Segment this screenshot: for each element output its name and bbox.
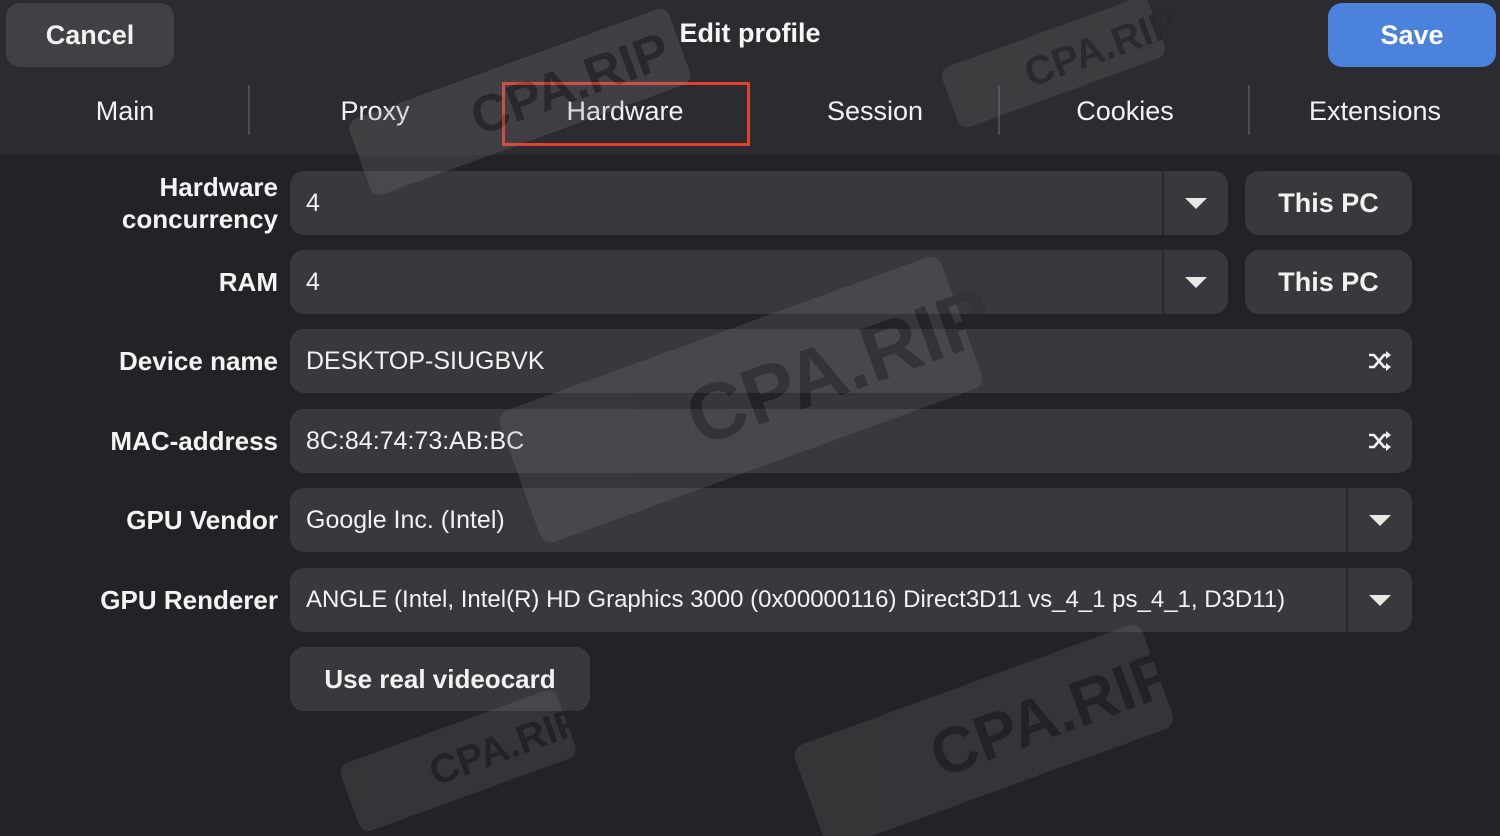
tab-proxy[interactable]: Proxy [250,80,500,142]
field-value: DESKTOP-SIUGBVK [306,346,545,375]
gpu-vendor-select[interactable]: Google Inc. (Intel) [290,488,1412,552]
ram-label: RAM [218,267,278,297]
watermark-logo: CPA.RIP [794,625,1185,836]
ram-this-pc-button[interactable]: This PC [1245,250,1412,314]
tab-hardware[interactable]: Hardware [500,80,750,146]
shuffle-icon[interactable] [1348,430,1412,452]
ram-select[interactable]: 4 [290,250,1228,314]
use-real-videocard-button[interactable]: Use real videocard [290,647,590,711]
select-value: 4 [306,267,320,296]
chevron-down-icon [1185,276,1207,288]
tab-bar: Main Proxy Hardware Session Cookies Exte… [0,80,1500,146]
watermark-text: CPA.RIP [423,699,588,795]
dropdown-toggle[interactable] [1346,568,1412,632]
field-value: 8C:84:74:73:AB:BC [306,426,525,455]
tab-label: Extensions [1308,95,1442,126]
tab-label: Proxy [340,95,410,126]
label-line: concurrency [121,204,278,234]
tab-label: Hardware [566,95,684,126]
top-bar: Cancel Edit profile Save Main Proxy Hard… [0,0,1500,155]
hardware-concurrency-select[interactable]: 4 [290,171,1228,235]
watermark-text: CPA.RIP [921,636,1185,791]
shuffle-icon[interactable] [1348,350,1412,372]
mac-address-label: MAC-address [110,426,278,456]
tab-label: Session [826,95,924,126]
mac-address-field[interactable]: 8C:84:74:73:AB:BC [290,409,1412,473]
tab-cookies[interactable]: Cookies [1000,80,1250,142]
page-title: Edit profile [679,18,821,48]
dropdown-toggle[interactable] [1346,488,1412,552]
gpu-vendor-label: GPU Vendor [126,505,278,535]
select-value: 4 [306,188,320,217]
dropdown-toggle[interactable] [1162,171,1228,235]
save-button[interactable]: Save [1328,3,1496,67]
dropdown-toggle[interactable] [1162,250,1228,314]
tab-main[interactable]: Main [0,80,250,142]
gpu-renderer-label: GPU Renderer [100,585,278,615]
chevron-down-icon [1185,197,1207,209]
chevron-down-icon [1369,594,1391,606]
device-name-label: Device name [119,346,278,376]
device-name-field[interactable]: DESKTOP-SIUGBVK [290,329,1412,393]
hardware-concurrency-this-pc-button[interactable]: This PC [1245,171,1412,235]
tab-extensions[interactable]: Extensions [1250,80,1500,142]
select-value: Google Inc. (Intel) [306,505,505,534]
tab-session[interactable]: Session [750,80,1000,142]
select-value: ANGLE (Intel, Intel(R) HD Graphics 3000 … [306,586,1286,613]
tab-label: Cookies [1076,95,1174,126]
label-line: Hardware [159,172,279,202]
chevron-down-icon [1369,514,1391,526]
tab-label: Main [95,95,155,126]
gpu-renderer-select[interactable]: ANGLE (Intel, Intel(R) HD Graphics 3000 … [290,568,1412,632]
hardware-concurrency-label: Hardware concurrency [122,171,278,235]
